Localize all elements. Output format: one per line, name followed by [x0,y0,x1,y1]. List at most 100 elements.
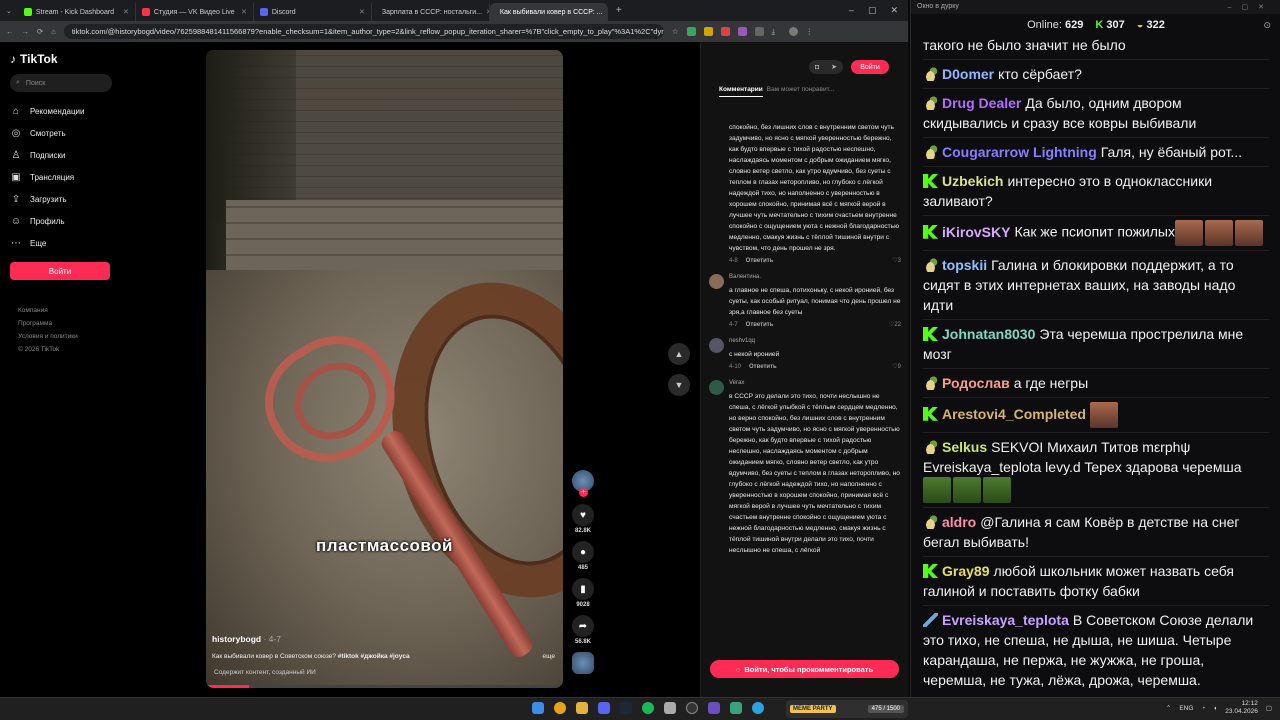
tab-close-icon[interactable]: ✕ [359,8,365,16]
menu-icon[interactable]: ⋮ [806,27,815,36]
new-tab-button[interactable]: + [608,5,630,16]
comment-login-button[interactable]: ◌ Войти, чтобы прокомментировать [710,660,899,678]
app-icon[interactable] [664,702,676,714]
tab-search-icon[interactable]: ⌄ [0,7,18,15]
tab-comments[interactable]: Комментарии [719,86,763,97]
back-icon[interactable]: ← [6,27,14,36]
comment-avatar[interactable] [709,338,724,353]
chat-username[interactable]: D0omer [942,66,994,82]
caption-tags[interactable]: #tiktok #джойка #joyca [338,653,410,660]
panel-login-button[interactable]: Войти [851,60,889,74]
profile-avatar-icon[interactable] [788,27,798,36]
reload-icon[interactable]: ⟳ [37,27,43,36]
nav-item[interactable]: ▣ Трансляция [10,166,112,188]
telegram-icon[interactable] [752,702,764,714]
next-video-button[interactable]: ▼ [668,374,690,396]
nav-item[interactable]: ⌂ Рекомендации [10,100,112,122]
chat-username[interactable]: Cougararrow Lightning [942,144,1097,160]
chat-username[interactable]: topskii [942,257,987,273]
obs-icon[interactable] [686,702,698,714]
comment-avatar[interactable] [709,380,724,395]
chat-username[interactable]: Uzbekich [942,173,1003,189]
comment-like-button[interactable]: ♡9 [892,363,901,370]
login-button[interactable]: Войти [10,262,110,280]
footer-link[interactable]: Условия и политики [18,330,112,343]
chat-username[interactable]: aldro [942,514,976,530]
browser-tab[interactable]: Зарплата в СССР: ностальги...✕ [372,3,490,21]
comment-author[interactable]: neshv1qq [729,338,901,344]
nav-item[interactable]: ⋯ Еще [10,232,112,254]
chat-username[interactable]: Arestovi4_Completed [942,406,1086,422]
send-icon[interactable]: ➤ [831,63,837,71]
extension-icon[interactable] [703,27,713,36]
chat-username[interactable]: Drug Dealer [942,95,1021,111]
steam-icon[interactable] [620,702,632,714]
footer-link[interactable]: Программа [18,317,112,330]
follow-plus-icon[interactable]: + [579,488,588,497]
chat-username[interactable]: Gray89 [942,563,989,579]
meme-party-widget[interactable]: MEME PARTY 475 / 1500 [786,700,908,718]
clock[interactable]: 12:12 23.04.2026 [1225,700,1258,716]
extension-icon[interactable] [737,27,747,36]
author-avatar[interactable]: + [572,470,594,497]
video-player[interactable]: пластмассовой historybogd · 4-7 Как выби… [206,50,563,688]
tab-close-icon[interactable]: ✕ [123,8,129,16]
chat-settings-icon[interactable]: ⊙ [1263,20,1271,31]
sound-disc[interactable] [572,652,594,674]
footer-link[interactable]: Компания [18,304,112,317]
folder-icon[interactable] [576,702,588,714]
url-field[interactable]: tiktok.com/@historybogd/video/7625988481… [63,24,664,39]
download-icon[interactable]: ⤓ [772,27,781,36]
tab-close-icon[interactable]: ✕ [241,8,247,16]
maximize-icon[interactable]: ▢ [868,5,877,16]
tab-related[interactable]: Вам может понравит... [767,86,834,97]
close-window-icon[interactable]: ✕ [890,5,898,16]
start-icon[interactable] [532,702,544,714]
chat-username[interactable]: Selkus [942,439,987,455]
bookmark-star-icon[interactable]: ☆ [672,27,679,36]
app-icon[interactable] [730,702,742,714]
discord-icon[interactable] [598,702,610,714]
browser-tab[interactable]: Discord ✕ [254,3,372,21]
comment-button[interactable]: ● [572,541,594,563]
chat-username[interactable]: Johnatan8030 [942,326,1035,342]
extension-icon[interactable] [720,27,730,36]
comment-like-button[interactable]: ♡22 [889,321,901,328]
footer-link[interactable]: © 2026 TikTok [18,343,112,356]
nav-item[interactable]: ⇪ Загрузить [10,188,112,210]
tiktok-logo[interactable]: ♪ TikTok [10,52,112,66]
search-input[interactable]: ⌕ Поиск [10,74,112,92]
network-icon[interactable]: ◔ [1201,705,1205,712]
puzzle-icon[interactable] [754,27,764,36]
comment-like-button[interactable]: ♡3 [892,257,901,264]
notification-icon[interactable]: ▢ [1266,704,1272,712]
reply-button[interactable]: Ответить [746,258,774,264]
browser-tab[interactable]: Stream - Kick Dashboard ✕ [18,3,136,21]
device-icon[interactable]: ◘ [815,64,819,71]
previous-video-button[interactable]: ▲ [668,343,690,365]
comment-author[interactable]: Verax [729,380,901,386]
browser-tab[interactable]: Студия — VK Видео Live ✕ [136,3,254,21]
chrome-icon[interactable] [554,702,566,714]
chat-window-controls[interactable]: –▢✕ [1228,3,1274,11]
like-button[interactable]: ♥ [572,504,594,526]
minimize-icon[interactable]: – [849,5,854,16]
chat-username[interactable]: Родослав [942,375,1010,391]
comment-author[interactable]: Валентина. [729,274,901,280]
reply-button[interactable]: Ответить [746,322,774,328]
language-indicator[interactable]: ENG [1179,705,1193,712]
nav-item[interactable]: ♙ Подписки [10,144,112,166]
extension-icon[interactable] [686,27,696,36]
media-icon[interactable] [708,702,720,714]
caption-more-link[interactable]: еще [542,653,555,660]
share-button[interactable]: ➦ [572,615,594,637]
spotify-icon[interactable] [642,702,654,714]
browser-tab[interactable]: Как выбивали ковер в СССР: ...✕ [489,3,608,21]
volume-icon[interactable]: ◖ [1213,705,1217,712]
nav-item[interactable]: ☺ Профиль [10,210,112,232]
chat-username[interactable]: Evreiskaya_teplota [942,612,1069,628]
home-browser-icon[interactable]: ⌂ [51,27,56,36]
comment-avatar[interactable] [709,274,724,289]
video-author[interactable]: historybogd · 4-7 [212,634,281,644]
nav-item[interactable]: ◎ Смотреть [10,122,112,144]
